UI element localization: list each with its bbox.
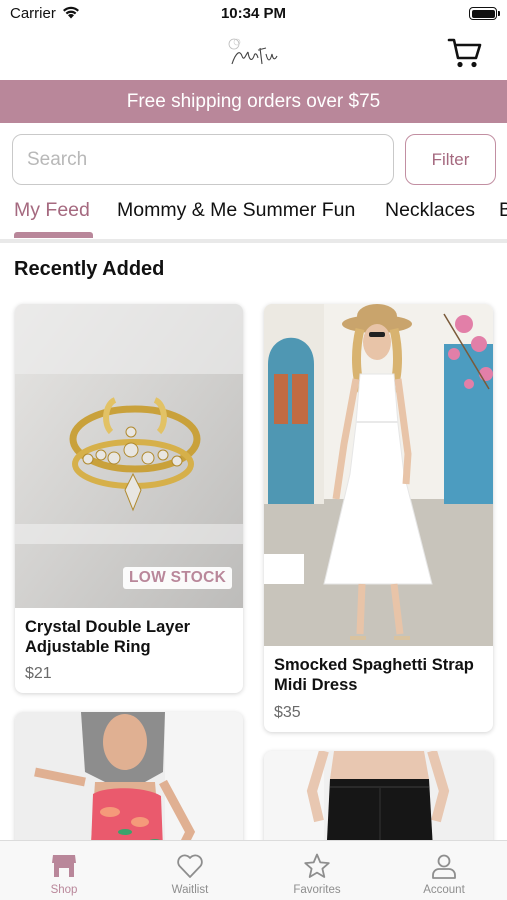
search-row: Filter [12, 134, 496, 186]
heart-icon [177, 854, 203, 878]
status-bar: Carrier 10:34 PM [0, 0, 507, 28]
app-header [0, 28, 507, 80]
low-stock-badge: LOW STOCK [123, 567, 233, 589]
active-tab-indicator [14, 232, 93, 238]
star-icon [304, 853, 330, 878]
product-name[interactable]: Crystal Double Layer Adjustable Ring [25, 617, 235, 657]
nav-waitlist[interactable]: Waitlist [127, 841, 253, 900]
tab-necklaces[interactable]: Necklaces [385, 199, 475, 222]
nav-shop[interactable]: Shop [1, 841, 127, 900]
product-price: $21 [25, 665, 52, 682]
brand-logo[interactable] [224, 34, 284, 72]
nav-label: Account [423, 884, 465, 896]
promo-banner: Free shipping orders over $75 [0, 80, 507, 123]
nav-label: Shop [50, 884, 78, 896]
section-title: Recently Added [14, 258, 165, 280]
cart-icon[interactable] [447, 36, 483, 70]
tabs-divider [0, 239, 507, 243]
account-icon [432, 854, 456, 879]
product-card[interactable]: Smocked Spaghetti Strap Midi Dress $35 [264, 304, 493, 732]
battery-icon [469, 7, 500, 20]
nav-account[interactable]: Account [381, 841, 507, 900]
filter-button[interactable]: Filter [405, 134, 496, 185]
tab-mommy-and-me-summer-fun[interactable]: Mommy & Me Summer Fun [117, 199, 355, 222]
product-image [15, 304, 243, 608]
nav-label: Favorites [293, 884, 341, 896]
product-name[interactable]: Smocked Spaghetti Strap Midi Dress [274, 655, 484, 695]
product-image [264, 304, 493, 646]
nav-label: Waitlist [171, 884, 209, 896]
tab-my-feed[interactable]: My Feed [14, 199, 90, 222]
search-input[interactable] [12, 134, 394, 185]
bottom-nav: Shop Waitlist Favorites Account [0, 840, 507, 900]
clock: 10:34 PM [220, 5, 287, 22]
product-price: $35 [274, 704, 301, 721]
shop-icon [52, 855, 76, 877]
category-tabs: My Feed Mommy & Me Summer Fun Necklaces … [0, 193, 507, 240]
tab-partial[interactable]: B [499, 199, 507, 222]
product-card[interactable]: LOW STOCK Crystal Double Layer Adjustabl… [15, 304, 243, 693]
nav-favorites[interactable]: Favorites [254, 841, 380, 900]
